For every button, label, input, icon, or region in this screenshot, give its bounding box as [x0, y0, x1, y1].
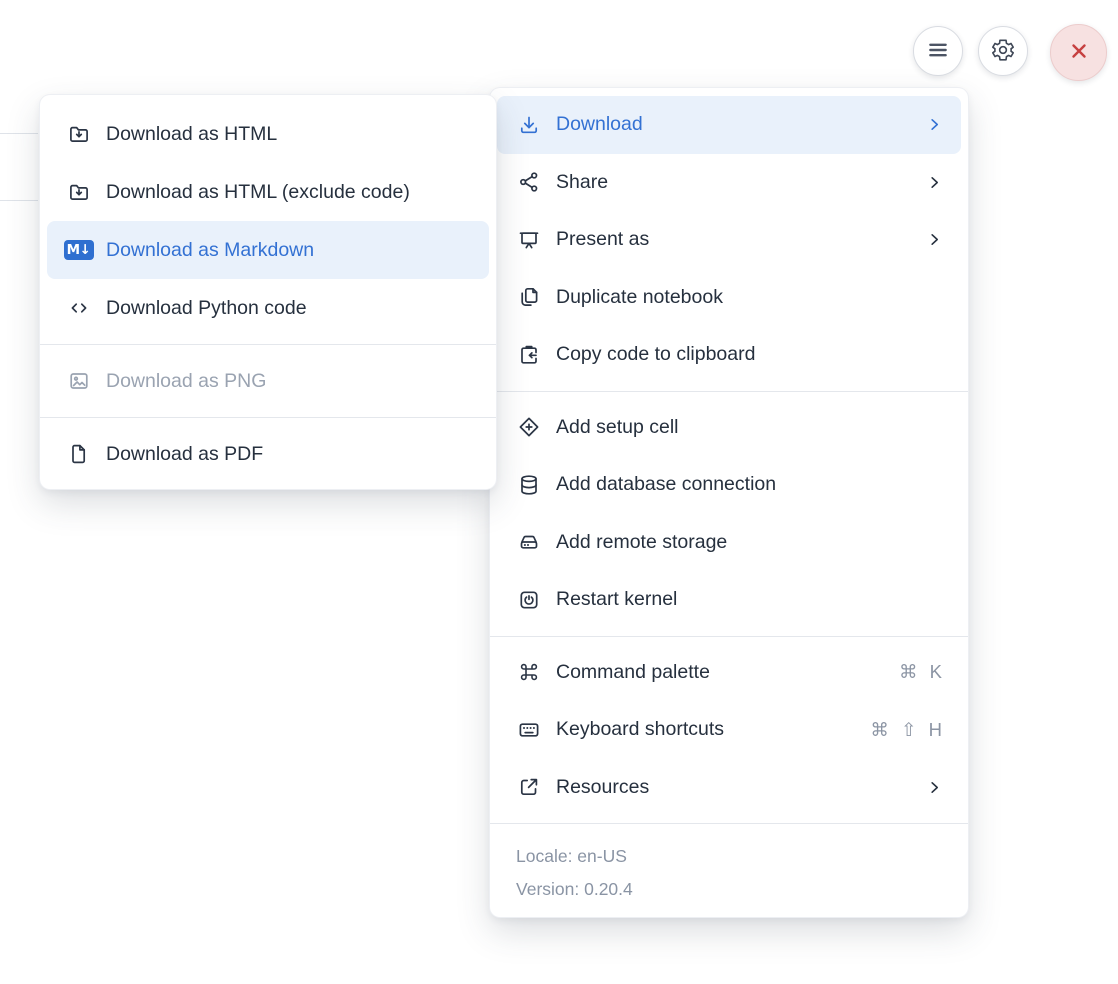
folder-download-icon	[66, 122, 91, 147]
duplicate-icon	[516, 285, 541, 310]
settings-button[interactable]	[978, 26, 1028, 76]
menu-item-label: Download as HTML	[106, 123, 470, 146]
close-button[interactable]	[1050, 24, 1107, 81]
diamond-plus-icon	[516, 415, 541, 440]
menu-item-command-palette[interactable]: Command palette ⌘ K	[490, 644, 968, 702]
locale-text: Locale: en-US	[516, 840, 942, 873]
menu-item-share[interactable]: Share	[490, 154, 968, 212]
menu-item-label: Download as PNG	[106, 370, 470, 393]
menu-button[interactable]	[913, 26, 963, 76]
menu-item-download-as-png: Download as PNG	[40, 352, 496, 410]
menu-item-resources[interactable]: Resources	[490, 759, 968, 817]
keyboard-icon	[516, 717, 541, 742]
menu-item-label: Restart kernel	[556, 588, 942, 611]
shortcut-hint: ⌘ ⇧ H	[870, 719, 942, 741]
menu-item-download[interactable]: Download	[497, 96, 961, 154]
menu-divider	[490, 391, 968, 392]
menu-footer: Locale: en-US Version: 0.20.4	[490, 831, 968, 917]
menu-item-label: Add setup cell	[556, 416, 942, 439]
power-icon	[516, 587, 541, 612]
markdown-icon: M↓	[66, 238, 91, 263]
menu-item-label: Download	[556, 113, 912, 136]
gear-icon	[990, 37, 1016, 66]
chevron-right-icon	[927, 232, 942, 247]
menu-item-download-as-markdown[interactable]: M↓ Download as Markdown	[47, 221, 489, 279]
notebook-options-menu: Download Share Present as Duplicate noteboo…	[490, 88, 968, 917]
menu-item-label: Download Python code	[106, 297, 470, 320]
menu-item-label: Download as PDF	[106, 443, 470, 466]
menu-item-label: Download as HTML (exclude code)	[106, 181, 470, 204]
markdown-badge: M↓	[64, 240, 94, 260]
menu-divider	[490, 823, 968, 824]
chevron-right-icon	[927, 780, 942, 795]
share-icon	[516, 170, 541, 195]
menu-item-restart-kernel[interactable]: Restart kernel	[490, 571, 968, 629]
menu-item-label: Share	[556, 171, 912, 194]
menu-item-present-as[interactable]: Present as	[490, 211, 968, 269]
chevron-right-icon	[927, 175, 942, 190]
menu-item-label: Add remote storage	[556, 531, 942, 554]
chevron-right-icon	[927, 117, 942, 132]
code-icon	[66, 296, 91, 321]
menu-item-label: Keyboard shortcuts	[556, 718, 855, 741]
hamburger-icon	[926, 38, 950, 65]
database-icon	[516, 472, 541, 497]
menu-divider	[40, 417, 496, 418]
menu-item-label: Copy code to clipboard	[556, 343, 942, 366]
close-icon	[1068, 40, 1090, 65]
download-icon	[516, 112, 541, 137]
menu-item-download-as-html-exclude-code[interactable]: Download as HTML (exclude code)	[40, 163, 496, 221]
menu-item-copy-code-to-clipboard[interactable]: Copy code to clipboard	[490, 326, 968, 384]
menu-item-label: Duplicate notebook	[556, 286, 942, 309]
clipboard-import-icon	[516, 342, 541, 367]
shortcut-hint: ⌘ K	[899, 661, 942, 683]
menu-item-duplicate-notebook[interactable]: Duplicate notebook	[490, 269, 968, 327]
menu-item-keyboard-shortcuts[interactable]: Keyboard shortcuts ⌘ ⇧ H	[490, 701, 968, 759]
page-edge-line	[0, 133, 38, 134]
external-link-icon	[516, 775, 541, 800]
download-submenu: Download as HTML Download as HTML (exclud…	[40, 95, 496, 489]
menu-item-label: Download as Markdown	[106, 239, 470, 262]
menu-item-label: Resources	[556, 776, 912, 799]
folder-download-icon	[66, 180, 91, 205]
storage-icon	[516, 530, 541, 555]
command-icon	[516, 660, 541, 685]
menu-divider	[40, 344, 496, 345]
menu-item-label: Command palette	[556, 661, 884, 684]
menu-item-label: Add database connection	[556, 473, 942, 496]
menu-item-add-remote-storage[interactable]: Add remote storage	[490, 514, 968, 572]
file-icon	[66, 442, 91, 467]
image-icon	[66, 369, 91, 394]
menu-item-download-python-code[interactable]: Download Python code	[40, 279, 496, 337]
presentation-icon	[516, 227, 541, 252]
menu-item-download-as-pdf[interactable]: Download as PDF	[40, 425, 496, 483]
page-edge-line	[0, 200, 38, 201]
menu-item-label: Present as	[556, 228, 912, 251]
menu-divider	[490, 636, 968, 637]
menu-item-add-setup-cell[interactable]: Add setup cell	[490, 399, 968, 457]
version-text: Version: 0.20.4	[516, 873, 942, 906]
menu-item-add-database-connection[interactable]: Add database connection	[490, 456, 968, 514]
menu-item-download-as-html[interactable]: Download as HTML	[40, 105, 496, 163]
